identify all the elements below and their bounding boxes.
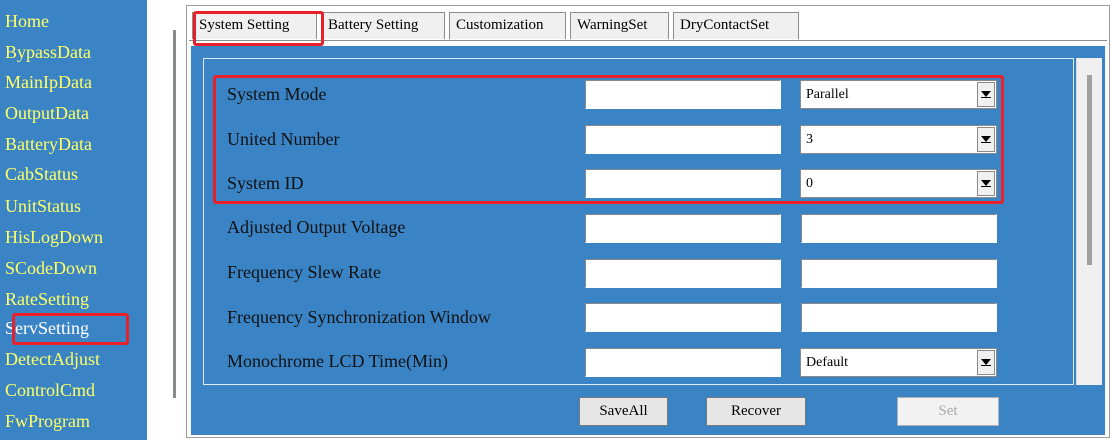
frequency-slew-rate-label: Frequency Slew Rate xyxy=(227,262,381,282)
chevron-down-icon[interactable] xyxy=(977,127,995,152)
lcd-time-label: Monochrome LCD Time(Min) xyxy=(227,351,449,371)
nav-item-cab-status[interactable]: CabStatus xyxy=(5,162,78,187)
lcd-time-current-field[interactable] xyxy=(585,348,781,377)
frequency-sync-window-current-field[interactable] xyxy=(585,303,781,332)
tab-battery-setting[interactable]: Battery Setting xyxy=(321,12,445,39)
nav-item-his-log-down[interactable]: HisLogDown xyxy=(5,225,103,250)
nav-item-output-data[interactable]: OutputData xyxy=(5,101,89,126)
frequency-slew-rate-set-field[interactable] xyxy=(801,259,997,288)
adjusted-output-voltage-set-field[interactable] xyxy=(801,214,997,243)
adjusted-output-voltage-label: Adjusted Output Voltage xyxy=(227,217,406,237)
chevron-down-icon[interactable] xyxy=(977,82,995,107)
tab-customization[interactable]: Customization xyxy=(449,12,566,39)
nav-item-unit-status[interactable]: UnitStatus xyxy=(5,194,81,219)
frequency-sync-window-set-field[interactable] xyxy=(801,303,997,332)
tab-warning-set[interactable]: WarningSet xyxy=(570,12,669,39)
system-id-current-field[interactable] xyxy=(585,169,781,198)
nav-item-home[interactable]: Home xyxy=(5,9,49,34)
nav-item-serv-setting[interactable]: ServSetting xyxy=(5,316,89,341)
nav-item-bypass-data[interactable]: BypassData xyxy=(5,40,91,65)
nav-item-battery-data[interactable]: BatteryData xyxy=(5,132,92,157)
adjusted-output-voltage-current-field[interactable] xyxy=(585,214,781,243)
nav-item-fw-program[interactable]: FwProgram xyxy=(5,409,90,434)
nav-item-scode-down[interactable]: SCodeDown xyxy=(5,256,97,281)
tab-divider xyxy=(189,40,1107,41)
sidebar-nav: Home BypassData MainIpData OutputData Ba… xyxy=(0,0,147,440)
frequency-slew-rate-current-field[interactable] xyxy=(585,259,781,288)
set-button[interactable]: Set xyxy=(897,397,999,426)
lcd-time-select-value: Default xyxy=(806,355,848,370)
tab-system-setting[interactable]: System Setting xyxy=(192,12,317,39)
recover-button[interactable]: Recover xyxy=(706,397,806,426)
united-number-current-field[interactable] xyxy=(585,125,781,154)
system-mode-current-field[interactable] xyxy=(585,80,781,109)
vertical-scrollbar[interactable] xyxy=(1076,58,1102,385)
nav-item-detect-adjust[interactable]: DetectAdjust xyxy=(5,347,100,372)
nav-item-control-cmd[interactable]: ControlCmd xyxy=(5,378,95,403)
system-id-label: System ID xyxy=(227,173,304,193)
lcd-time-select[interactable]: Default xyxy=(800,348,997,377)
system-id-select-value: 0 xyxy=(806,176,813,191)
system-id-select[interactable]: 0 xyxy=(800,169,997,198)
united-number-select[interactable]: 3 xyxy=(800,125,997,154)
frequency-sync-window-label: Frequency Synchronization Window xyxy=(227,307,491,327)
save-all-button[interactable]: SaveAll xyxy=(579,397,668,426)
system-mode-select[interactable]: Parallel xyxy=(800,80,997,109)
chevron-down-icon[interactable] xyxy=(977,171,995,196)
tab-dry-contact-set[interactable]: DryContactSet xyxy=(673,12,799,39)
scrollbar-thumb[interactable] xyxy=(1087,75,1092,265)
united-number-select-value: 3 xyxy=(806,132,813,147)
system-mode-select-value: Parallel xyxy=(806,87,849,102)
system-mode-label: System Mode xyxy=(227,84,327,104)
nav-item-rate-setting[interactable]: RateSetting xyxy=(5,287,89,312)
nav-item-main-ip-data[interactable]: MainIpData xyxy=(5,70,92,95)
united-number-label: United Number xyxy=(227,129,340,149)
sidebar-scrollbar[interactable] xyxy=(173,30,176,398)
chevron-down-icon[interactable] xyxy=(977,350,995,375)
